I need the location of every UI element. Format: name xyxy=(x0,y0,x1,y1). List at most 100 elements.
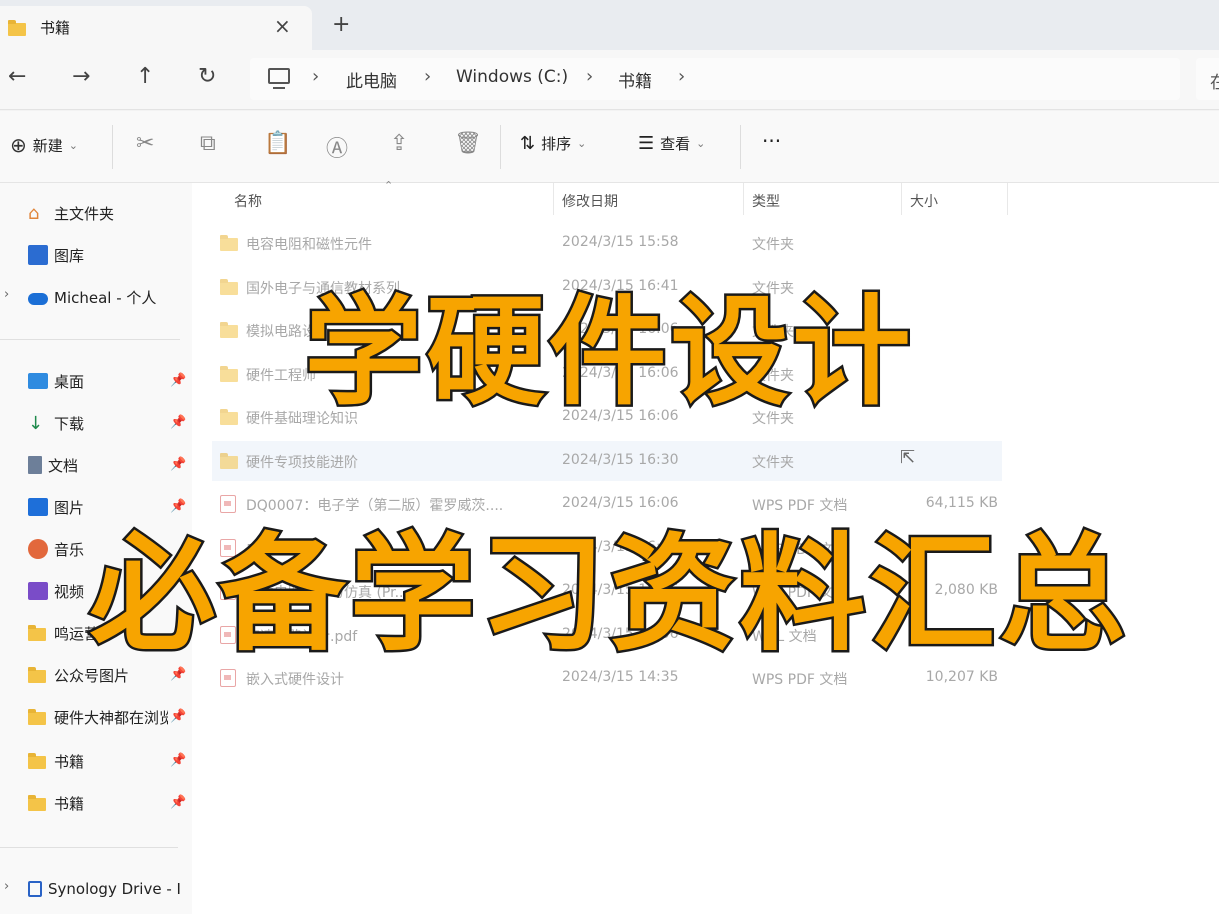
sidebar-item-desktop[interactable]: 桌面 xyxy=(28,367,188,395)
file-row[interactable]: 电容电阻和磁性元件 2024/3/15 15:58 文件夹 xyxy=(212,223,1002,263)
back-button[interactable]: ← xyxy=(8,64,26,89)
file-row[interactable]: 高速电路设计.pdf 2024/3/15 16:06 WNL 文档 xyxy=(212,615,1002,655)
chevron-down-icon: ⌄ xyxy=(696,137,706,150)
up-button[interactable]: ↑ xyxy=(136,64,154,89)
pdf-file-icon xyxy=(220,582,236,600)
new-button[interactable]: ⊕ 新建 ⌄ xyxy=(10,133,78,157)
sidebar-item-synology[interactable]: Synology Drive - I xyxy=(28,875,188,903)
pin-icon[interactable]: 📌 xyxy=(170,709,186,724)
folder-icon xyxy=(220,365,238,382)
file-modified-date: 2024/3/15 16:06 xyxy=(562,582,679,598)
file-type: 文件夹 xyxy=(752,454,794,471)
address-bar[interactable]: › 此电脑 › Windows (C:) › 书籍 › xyxy=(250,58,1180,100)
file-row[interactable]: DQ0007：电子学（第二版）霍罗威茨.... 2024/3/15 16:06 WP… xyxy=(212,484,1002,524)
file-modified-date: 2024/3/15 16:30 xyxy=(562,451,679,468)
file-name: 高速电路设计.pdf xyxy=(246,628,358,645)
sidebar-item-pictures[interactable]: 图片 xyxy=(28,493,188,521)
cut-icon[interactable]: ✂ xyxy=(136,131,154,156)
sidebar-item-downloads[interactable]: ↓ 下载 xyxy=(28,409,188,437)
column-divider[interactable] xyxy=(553,183,554,215)
breadcrumb-drive-c[interactable]: Windows (C:) xyxy=(456,67,568,87)
folder-icon xyxy=(220,235,238,251)
sidebar-item-folder[interactable]: 公众号图片 xyxy=(28,661,188,689)
file-modified-date: 2024/3/15 16:06 xyxy=(562,408,679,424)
pin-icon[interactable]: 📌 xyxy=(170,753,186,768)
expand-chevron-icon[interactable]: › xyxy=(4,879,9,894)
copy-icon[interactable]: ⧉ xyxy=(200,131,216,156)
pin-icon[interactable]: 📌 xyxy=(170,373,186,388)
sidebar-item-home[interactable]: ⌂ 主文件夹 xyxy=(28,199,188,227)
file-name: 硬件工程师 xyxy=(246,367,316,384)
search-input[interactable]: 在 xyxy=(1196,58,1219,100)
sidebar-item-documents[interactable]: 文档 xyxy=(28,451,188,479)
file-row[interactable]: 硬件电路设计与仿真 (Pr... 2024/3/15 16:06 WPS PDF 文… xyxy=(212,571,1002,611)
file-name: 硬件电路设计与仿真 (Pr... xyxy=(246,585,408,601)
column-divider[interactable] xyxy=(1007,183,1008,215)
column-divider[interactable] xyxy=(901,183,902,215)
mouse-pointer-icon: ⇱ xyxy=(900,447,916,468)
column-header-type[interactable]: 类型 xyxy=(752,191,780,211)
sidebar-item-folder[interactable]: 鸣运营 xyxy=(28,619,188,647)
divider xyxy=(740,125,741,169)
pin-icon[interactable]: 📌 xyxy=(170,499,186,514)
breadcrumb-this-pc[interactable]: 此电脑 xyxy=(346,67,397,92)
pin-icon[interactable]: 📌 xyxy=(170,415,186,430)
sidebar-item-onedrive[interactable]: Micheal - 个人 xyxy=(28,283,188,311)
sidebar-item-label: 书籍 xyxy=(54,794,85,813)
sidebar-item-music[interactable]: 音乐 xyxy=(28,535,188,563)
file-row[interactable]: 嵌入式硬件设计 2024/3/15 14:35 WPS PDF 文档 10,207 K… xyxy=(212,658,1002,698)
new-tab-button[interactable]: + xyxy=(332,12,350,37)
pin-icon[interactable]: 📌 xyxy=(170,457,186,472)
file-type: WNL 文档 xyxy=(752,628,817,645)
file-row[interactable]: 硬件专项技能进阶 2024/3/15 16:30 文件夹 xyxy=(212,440,1002,481)
file-type: WPS PDF 文档 xyxy=(752,672,848,688)
tab-books[interactable]: 书籍 × xyxy=(0,6,312,50)
sidebar-item-books[interactable]: 书籍 xyxy=(28,747,188,775)
file-row[interactable]: 硬件工程师 2024/3/15 16:06 文件夹 xyxy=(212,354,1002,394)
rename-icon[interactable]: Ⓐ xyxy=(326,131,348,163)
download-icon: ↓ xyxy=(28,413,44,434)
refresh-button[interactable]: ↻ xyxy=(198,64,216,89)
file-name: 嵌入式硬件设计 xyxy=(246,672,344,688)
breadcrumb-separator: › xyxy=(586,66,594,87)
file-type: WPS PDF 文档 xyxy=(752,498,848,514)
sidebar-item-label: Synology Drive - I xyxy=(48,880,181,898)
file-type: WPS PDF 文档 xyxy=(752,541,848,558)
file-row[interactable]: 硬件基础理论知识 2024/3/15 16:06 文件夹 xyxy=(212,397,1002,437)
file-row[interactable]: 电路设计 2024/3/15 16:06 WPS PDF 文档 xyxy=(212,528,1002,568)
paste-icon[interactable]: 📋 xyxy=(264,131,291,156)
sidebar-item-label: 鸣运营 xyxy=(54,624,100,643)
pdf-file-icon xyxy=(220,669,236,687)
folder-icon xyxy=(28,751,48,771)
divider xyxy=(500,125,501,169)
expand-chevron-icon[interactable]: › xyxy=(4,287,9,302)
sidebar-item-label: Micheal - 个人 xyxy=(54,288,157,307)
close-tab-icon[interactable]: × xyxy=(274,14,291,38)
file-row[interactable]: 国外电子与通信教材系列 2024/3/15 16:41 文件夹 xyxy=(212,267,1002,307)
column-header-size[interactable]: 大小 xyxy=(910,191,938,211)
column-divider[interactable] xyxy=(743,183,744,215)
delete-icon[interactable]: 🗑 xyxy=(454,131,482,156)
more-options-button[interactable]: ··· xyxy=(762,129,781,153)
sort-button[interactable]: ⇅ 排序 ⌄ xyxy=(520,133,586,154)
column-header-modified[interactable]: 修改日期 xyxy=(562,191,618,211)
share-icon[interactable]: ⇪ xyxy=(390,131,408,156)
folder-icon xyxy=(28,793,48,813)
view-button[interactable]: ☰ 查看 ⌄ xyxy=(638,133,705,154)
sidebar-item-gallery[interactable]: 图库 xyxy=(28,241,188,269)
file-row[interactable]: 模拟电路设计 2024/3/15 16:06 文件夹 xyxy=(212,310,1002,350)
forward-button[interactable]: → xyxy=(72,64,90,89)
folder-icon xyxy=(8,20,26,36)
sidebar-item-videos[interactable]: 视频 xyxy=(28,577,188,605)
pin-icon[interactable]: 📌 xyxy=(170,795,186,810)
breadcrumb-separator: › xyxy=(312,66,320,87)
breadcrumb-books[interactable]: 书籍 xyxy=(618,67,652,92)
pin-icon[interactable]: 📌 xyxy=(170,667,186,682)
folder-icon xyxy=(28,623,48,643)
sidebar-item-folder[interactable]: 硬件大神都在浏览 xyxy=(28,703,188,731)
file-name: 电路设计 xyxy=(246,541,302,558)
synology-drive-icon xyxy=(28,881,42,897)
column-header-name[interactable]: 名称 xyxy=(234,191,262,211)
search-placeholder: 在 xyxy=(1210,73,1219,93)
sidebar-item-books[interactable]: 书籍 xyxy=(28,789,188,817)
